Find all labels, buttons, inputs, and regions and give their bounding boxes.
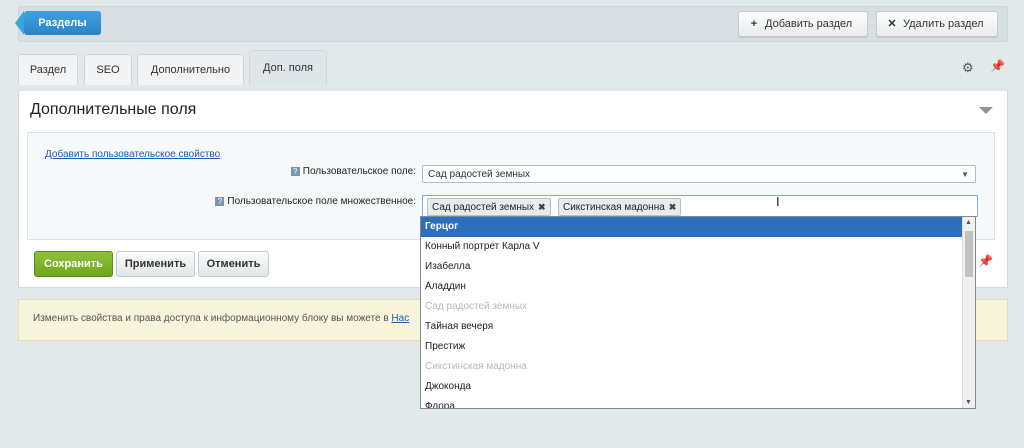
text-cursor-icon: I: [776, 194, 780, 209]
dropdown-option[interactable]: Престиж: [421, 337, 975, 357]
help-icon[interactable]: ?: [290, 166, 300, 176]
scrollbar-thumb[interactable]: [965, 231, 973, 277]
chip-label: Сад радостей земных: [432, 202, 535, 213]
add-section-label: Добавить раздел: [765, 18, 853, 30]
tab-extra-fields[interactable]: Доп. поля: [249, 50, 327, 85]
dropdown-option: Сикстинская мадонна: [425, 361, 527, 372]
field1-value: Сад радостей земных: [428, 169, 531, 180]
apply-button[interactable]: Применить: [116, 251, 195, 277]
chevron-down-icon: ▼: [961, 170, 969, 179]
selected-chip: Сад радостей земных ✖: [427, 198, 551, 216]
remove-chip-icon[interactable]: ✖: [669, 202, 677, 212]
dropdown-option[interactable]: Тайная вечеря: [421, 317, 975, 337]
dropdown-option[interactable]: Флора: [421, 397, 975, 408]
gear-icon[interactable]: ⚙: [962, 60, 974, 76]
options-dropdown: Герцог Конный портрет Карла V Изабелла Алад…: [420, 216, 976, 409]
dropdown-option[interactable]: Герцог: [421, 217, 975, 237]
sections-back-button[interactable]: Разделы: [15, 11, 101, 35]
pin-icon[interactable]: 📌: [978, 254, 993, 268]
dropdown-option: Сад радостей земных: [425, 301, 528, 312]
save-button[interactable]: Сохранить: [34, 251, 113, 277]
dropdown-option[interactable]: Конный портрет Карла V: [421, 237, 975, 257]
scrollbar[interactable]: ▲ ▼: [962, 217, 975, 408]
scroll-down-icon[interactable]: ▼: [965, 399, 972, 406]
scroll-up-icon[interactable]: ▲: [965, 219, 972, 226]
collapse-icon[interactable]: [979, 107, 993, 114]
chip-label: Сикстинская мадонна: [563, 202, 665, 213]
field2-multiselect[interactable]: Сад радостей земных ✖ Сикстинская мадонна…: [422, 195, 978, 217]
field1-label: Пользовательское поле:: [302, 166, 416, 177]
help-icon[interactable]: ?: [215, 196, 225, 206]
plus-icon: +: [750, 18, 758, 30]
tab-seo[interactable]: SEO: [84, 54, 132, 85]
dropdown-option[interactable]: Джоконда: [421, 377, 975, 397]
add-custom-property-link[interactable]: Добавить пользовательское свойство: [45, 149, 220, 160]
panel-title: Дополнительные поля: [30, 101, 197, 118]
tab-additional[interactable]: Дополнительно: [137, 54, 244, 85]
field2-label-row: ? Пользовательское поле множественное:: [148, 196, 416, 207]
dropdown-option[interactable]: Изабелла: [421, 257, 975, 277]
selected-chip: Сикстинская мадонна ✖: [558, 198, 682, 216]
delete-section-label: Удалить раздел: [903, 18, 984, 30]
tab-section[interactable]: Раздел: [18, 54, 78, 85]
info-text: Изменить свойства и права доступа к инфо…: [33, 313, 392, 324]
field1-label-row: ? Пользовательское поле:: [268, 166, 416, 177]
field2-label: Пользовательское поле множественное:: [227, 196, 416, 207]
cancel-button[interactable]: Отменить: [198, 251, 269, 277]
add-section-button[interactable]: + Добавить раздел: [738, 11, 868, 37]
pin-icon[interactable]: 📌: [990, 59, 1005, 73]
dropdown-option[interactable]: Аладдин: [421, 277, 975, 297]
delete-section-button[interactable]: ✕ Удалить раздел: [876, 11, 998, 37]
field1-select[interactable]: Сад радостей земных ▼: [422, 165, 976, 183]
remove-chip-icon[interactable]: ✖: [538, 202, 546, 212]
close-icon: ✕: [887, 18, 897, 30]
settings-link[interactable]: Нас: [391, 313, 409, 324]
